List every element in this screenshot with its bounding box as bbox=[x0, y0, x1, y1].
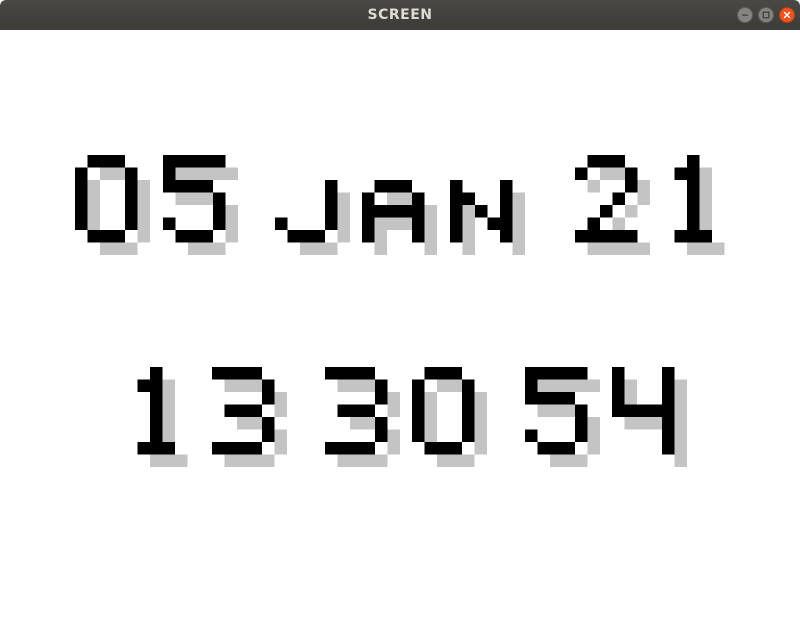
time-glyph-5 bbox=[612, 367, 687, 467]
date-glyph-0 bbox=[75, 155, 150, 255]
app-window: SCREEN 05 JAN 21 13 30 54 bbox=[0, 0, 800, 630]
close-icon bbox=[783, 11, 791, 19]
time-glyph-0 bbox=[125, 367, 200, 467]
title-bar[interactable]: SCREEN bbox=[0, 0, 800, 30]
date-glyph-2 bbox=[275, 155, 350, 255]
time-glyph-4 bbox=[525, 367, 600, 467]
date-glyph-6 bbox=[662, 155, 737, 255]
maximize-icon bbox=[762, 11, 770, 19]
window-title: SCREEN bbox=[367, 7, 433, 23]
time-text: 13 30 54 bbox=[0, 367, 1, 368]
time-glyph-1 bbox=[212, 367, 287, 467]
date-text: 05 JAN 21 bbox=[0, 155, 1, 156]
time-display: 13 30 54 bbox=[0, 367, 800, 467]
date-glyph-4 bbox=[450, 155, 525, 255]
date-glyph-5 bbox=[575, 155, 650, 255]
screen-content: 05 JAN 21 13 30 54 bbox=[0, 30, 800, 630]
time-glyph-3 bbox=[412, 367, 487, 467]
maximize-button[interactable] bbox=[758, 7, 774, 23]
minimize-icon bbox=[742, 14, 748, 16]
close-button[interactable] bbox=[779, 7, 795, 23]
date-glyph-3 bbox=[362, 155, 437, 255]
date-glyph-1 bbox=[163, 155, 238, 255]
date-display: 05 JAN 21 bbox=[0, 155, 800, 255]
minimize-button[interactable] bbox=[737, 7, 753, 23]
time-glyph-2 bbox=[325, 367, 400, 467]
